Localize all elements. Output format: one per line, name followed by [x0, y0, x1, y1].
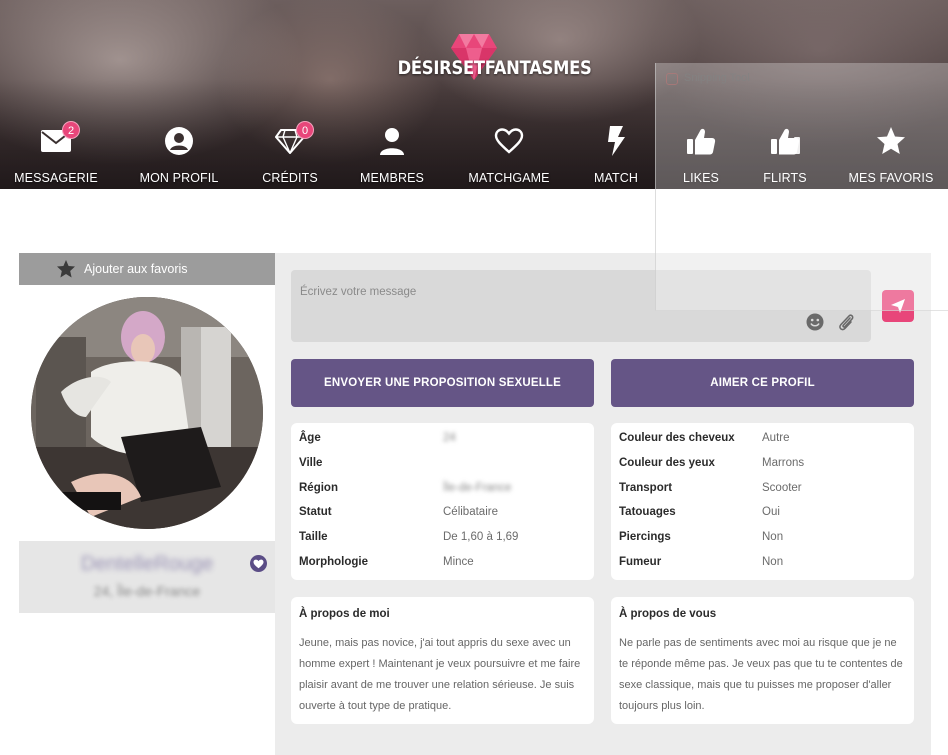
nav-mon-profil[interactable]: MON PROFIL: [119, 118, 239, 189]
detail-value: Autre: [762, 432, 790, 444]
detail-row: Âge 24: [299, 430, 594, 455]
star-icon: [57, 260, 75, 278]
like-profile-button[interactable]: AIMER CE PROFIL: [611, 359, 914, 407]
paperclip-icon[interactable]: [837, 312, 855, 332]
profile-name-card: DentelleRouge 24, Île-de-France: [19, 541, 275, 613]
detail-row: Région Île-de-France: [299, 480, 594, 505]
paper-plane-icon: [891, 299, 905, 313]
detail-row: Piercings Non: [619, 529, 914, 554]
nav-messagerie[interactable]: 2 MESSAGERIE: [0, 118, 116, 189]
credits-badge: 0: [296, 121, 314, 139]
detail-row: Couleur des yeux Marrons: [619, 455, 914, 480]
nav-label: MES FAVORIS: [848, 171, 934, 185]
detail-key: Transport: [619, 481, 673, 494]
detail-key: Âge: [299, 432, 321, 444]
favorite-label: Ajouter aux favoris: [84, 262, 188, 276]
message-composer: [291, 270, 871, 342]
detail-key: Taille: [299, 531, 328, 544]
profile-panel: ENVOYER UNE PROPOSITION SEXUELLE AIMER C…: [275, 253, 931, 755]
detail-key: Statut: [299, 506, 332, 519]
thumbs-up-icon: [767, 124, 803, 158]
emoji-icon[interactable]: [806, 313, 824, 331]
send-proposal-button[interactable]: ENVOYER UNE PROPOSITION SEXUELLE: [291, 359, 594, 407]
about-me-card: À propos de moi Jeune, mais pas novice, …: [291, 597, 594, 724]
about-you-title: À propos de vous: [619, 608, 717, 620]
add-to-favorites-button[interactable]: Ajouter aux favoris: [19, 253, 275, 285]
detail-value: Non: [762, 555, 784, 568]
profile-photo[interactable]: [31, 297, 263, 529]
star-icon: [873, 124, 909, 158]
heart-icon[interactable]: [250, 555, 267, 572]
detail-row: Statut Célibataire: [299, 504, 594, 529]
message-input[interactable]: [291, 270, 791, 342]
detail-row: Transport Scooter: [619, 480, 914, 505]
detail-value: Non: [762, 531, 784, 544]
detail-value: Marrons: [762, 456, 805, 469]
detail-value: Célibataire: [443, 506, 498, 519]
detail-key: Ville: [299, 456, 323, 469]
detail-row: Tatouages Oui: [619, 504, 914, 529]
site-logo[interactable]: DÉSIRSETFANTASMES: [385, 30, 592, 90]
send-button[interactable]: [882, 290, 914, 322]
site-header: DÉSIRSETFANTASMES 2 MESSAGERIE MON PROFI…: [0, 0, 948, 189]
detail-value: Oui: [762, 506, 780, 519]
nav-label: MON PROFIL: [139, 171, 219, 185]
nav-label: MEMBRES: [360, 171, 424, 185]
about-you-text: Ne parle pas de sentiments avec moi au r…: [619, 637, 903, 712]
detail-key: Tatouages: [619, 506, 676, 519]
detail-key: Piercings: [619, 531, 671, 544]
user-icon: [374, 124, 410, 158]
profile-photo-image: [31, 297, 263, 529]
detail-key: Couleur des cheveux: [619, 432, 735, 444]
detail-value: De 1,60 à 1,69: [443, 531, 519, 544]
heart-outline-icon: [491, 124, 527, 158]
profile-name: DentelleRouge: [80, 553, 214, 575]
main-nav: 2 MESSAGERIE MON PROFIL 0 CRÉDITS MEMBRE…: [0, 118, 948, 189]
thumbs-up-icon: [683, 124, 719, 158]
user-circle-icon: [161, 124, 197, 158]
nav-matchgame[interactable]: MATCHGAME: [449, 118, 569, 189]
bolt-icon: [598, 124, 634, 158]
profile-page: DÉSIRSETFANTASMES 2 MESSAGERIE MON PROFI…: [0, 0, 948, 755]
detail-value: Mince: [443, 555, 474, 568]
detail-value: Scooter: [762, 481, 802, 494]
nav-membres[interactable]: MEMBRES: [332, 118, 452, 189]
nav-mes-favoris[interactable]: MES FAVORIS: [831, 118, 948, 189]
about-me-text: Jeune, mais pas novice, j'ai tout appris…: [299, 637, 581, 712]
detail-row: Taille De 1,60 à 1,69: [299, 529, 594, 554]
profile-subtitle: 24, Île-de-France: [93, 583, 201, 599]
nav-label: MATCHGAME: [468, 171, 550, 185]
detail-row: Fumeur Non: [619, 554, 914, 579]
detail-row: Morphologie Mince: [299, 554, 594, 579]
detail-value: 24: [443, 432, 456, 444]
detail-row: Ville: [299, 455, 594, 480]
detail-key: Morphologie: [299, 555, 368, 568]
detail-value: Île-de-France: [443, 481, 512, 494]
detail-key: Couleur des yeux: [619, 456, 715, 469]
nav-label: MESSAGERIE: [14, 171, 98, 185]
details-card-left: Âge 24 Ville Région Île-de-France Statut Cé…: [291, 423, 594, 580]
messagerie-badge: 2: [62, 121, 80, 139]
details-card-right: Couleur des cheveux Autre Couleur des yeu…: [611, 423, 914, 580]
detail-row: Couleur des cheveux Autre: [619, 430, 914, 455]
detail-key: Région: [299, 481, 338, 494]
nav-label: FLIRTS: [763, 171, 807, 185]
about-you-card: À propos de vous Ne parle pas de sentime…: [611, 597, 914, 724]
about-me-title: À propos de moi: [299, 608, 390, 620]
nav-flirts[interactable]: FLIRTS: [725, 118, 845, 189]
detail-key: Fumeur: [619, 555, 662, 568]
logo-text: DÉSIRSETFANTASMES: [397, 57, 592, 79]
